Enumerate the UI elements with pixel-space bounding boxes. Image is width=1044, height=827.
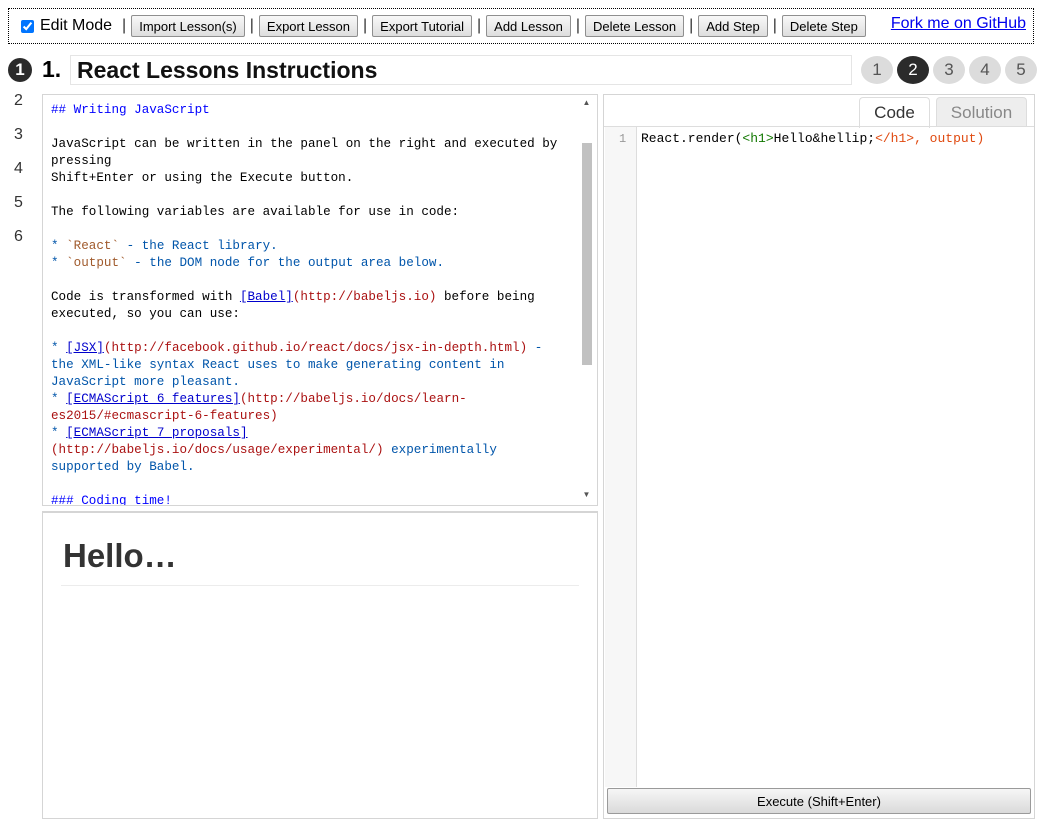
- add-lesson-button[interactable]: Add Lesson: [486, 15, 571, 37]
- md-bullet: *: [51, 392, 67, 406]
- tab-divider: [604, 126, 1034, 127]
- lesson-list: 2 3 4 5 6: [14, 92, 34, 262]
- md-url: (http://babeljs.io): [292, 290, 437, 304]
- lesson-title-input[interactable]: [70, 55, 852, 85]
- step-4[interactable]: 4: [969, 56, 1001, 84]
- code-panel: Code Solution 1 React.render(<h1>Hello&h…: [603, 94, 1035, 819]
- separator: |: [363, 17, 368, 34]
- export-tutorial-button[interactable]: Export Tutorial: [372, 15, 472, 37]
- scroll-down-arrow-icon[interactable]: ▼: [580, 489, 593, 501]
- md-list-text: - the DOM node for the output area below…: [126, 256, 445, 270]
- import-lessons-button[interactable]: Import Lesson(s): [131, 15, 245, 37]
- instructions-editor[interactable]: ## Writing JavaScript JavaScript can be …: [42, 94, 598, 506]
- step-5[interactable]: 5: [1005, 56, 1037, 84]
- step-2[interactable]: 2: [897, 56, 929, 84]
- md-paragraph: Code is transformed with: [51, 290, 240, 304]
- md-bullet: *: [51, 341, 67, 355]
- md-bullet: *: [51, 426, 67, 440]
- separator: |: [249, 17, 254, 34]
- output-divider: [61, 585, 579, 586]
- tab-code[interactable]: Code: [859, 97, 930, 128]
- step-3[interactable]: 3: [933, 56, 965, 84]
- md-link: [JSX]: [66, 341, 104, 355]
- output-heading: Hello…: [63, 537, 177, 574]
- md-list-text: - the React library.: [119, 239, 278, 253]
- execute-button[interactable]: Execute (Shift+Enter): [607, 788, 1031, 814]
- md-link: [Babel]: [239, 290, 293, 304]
- md-paragraph: JavaScript can be written in the panel o…: [51, 137, 558, 185]
- code-token: , output): [914, 131, 985, 146]
- add-step-button[interactable]: Add Step: [698, 15, 768, 37]
- code-token: Hello&hellip;: [773, 131, 876, 146]
- lesson-number-badge: 1: [8, 58, 32, 82]
- code-token-tag: </h1>: [875, 131, 915, 146]
- md-bullet: *: [51, 239, 67, 253]
- line-number-gutter: [605, 127, 637, 787]
- md-heading: ## Writing JavaScript: [51, 103, 210, 117]
- md-link: [ECMAScript 6 features]: [66, 392, 240, 406]
- separator: |: [772, 17, 777, 34]
- separator: |: [477, 17, 482, 34]
- md-bullet: *: [51, 256, 67, 270]
- scroll-up-arrow-icon[interactable]: ▲: [580, 97, 593, 109]
- lesson-item-3[interactable]: 3: [14, 126, 34, 160]
- step-1[interactable]: 1: [861, 56, 893, 84]
- github-link[interactable]: Fork me on GitHub: [891, 15, 1026, 33]
- code-token-tag: <h1>: [742, 131, 774, 146]
- md-link: [ECMAScript 7 proposals]: [66, 426, 248, 440]
- line-number: 1: [619, 132, 627, 146]
- lesson-item-2[interactable]: 2: [14, 92, 34, 126]
- edit-mode-checkbox[interactable]: [21, 19, 34, 33]
- output-area: Hello…: [42, 511, 598, 819]
- md-paragraph: The following variables are available fo…: [51, 205, 460, 219]
- separator: |: [689, 17, 694, 34]
- delete-lesson-button[interactable]: Delete Lesson: [584, 15, 685, 37]
- md-url: (http://babeljs.io/docs/usage/experiment…: [51, 443, 384, 457]
- edit-mode-label: Edit Mode: [40, 17, 113, 34]
- instructions-text[interactable]: ## Writing JavaScript JavaScript can be …: [51, 102, 571, 506]
- code-editor-line[interactable]: React.render(<h1>Hello&hellip;</h1>, out…: [641, 131, 984, 146]
- export-lesson-button[interactable]: Export Lesson: [258, 15, 359, 37]
- md-inline-code: `React`: [66, 239, 120, 253]
- code-token: React.render(: [641, 131, 743, 146]
- separator: |: [122, 17, 127, 34]
- delete-step-button[interactable]: Delete Step: [781, 15, 866, 37]
- lesson-number-label: 1.: [42, 56, 62, 82]
- scroll-thumb[interactable]: [582, 143, 592, 365]
- lesson-item-4[interactable]: 4: [14, 160, 34, 194]
- step-list: 1 2 3 4 5: [861, 56, 1037, 84]
- md-inline-code: `output`: [66, 256, 127, 270]
- tab-solution[interactable]: Solution: [936, 97, 1027, 127]
- lesson-item-5[interactable]: 5: [14, 194, 34, 228]
- instructions-scrollbar[interactable]: ▲ ▼: [580, 97, 593, 501]
- toolbar: Edit Mode | Import Lesson(s) | Export Le…: [8, 8, 1034, 44]
- md-heading: ### Coding time!: [51, 494, 172, 506]
- md-url: (http://facebook.github.io/react/docs/js…: [103, 341, 528, 355]
- separator: |: [575, 17, 580, 34]
- lesson-item-6[interactable]: 6: [14, 228, 34, 262]
